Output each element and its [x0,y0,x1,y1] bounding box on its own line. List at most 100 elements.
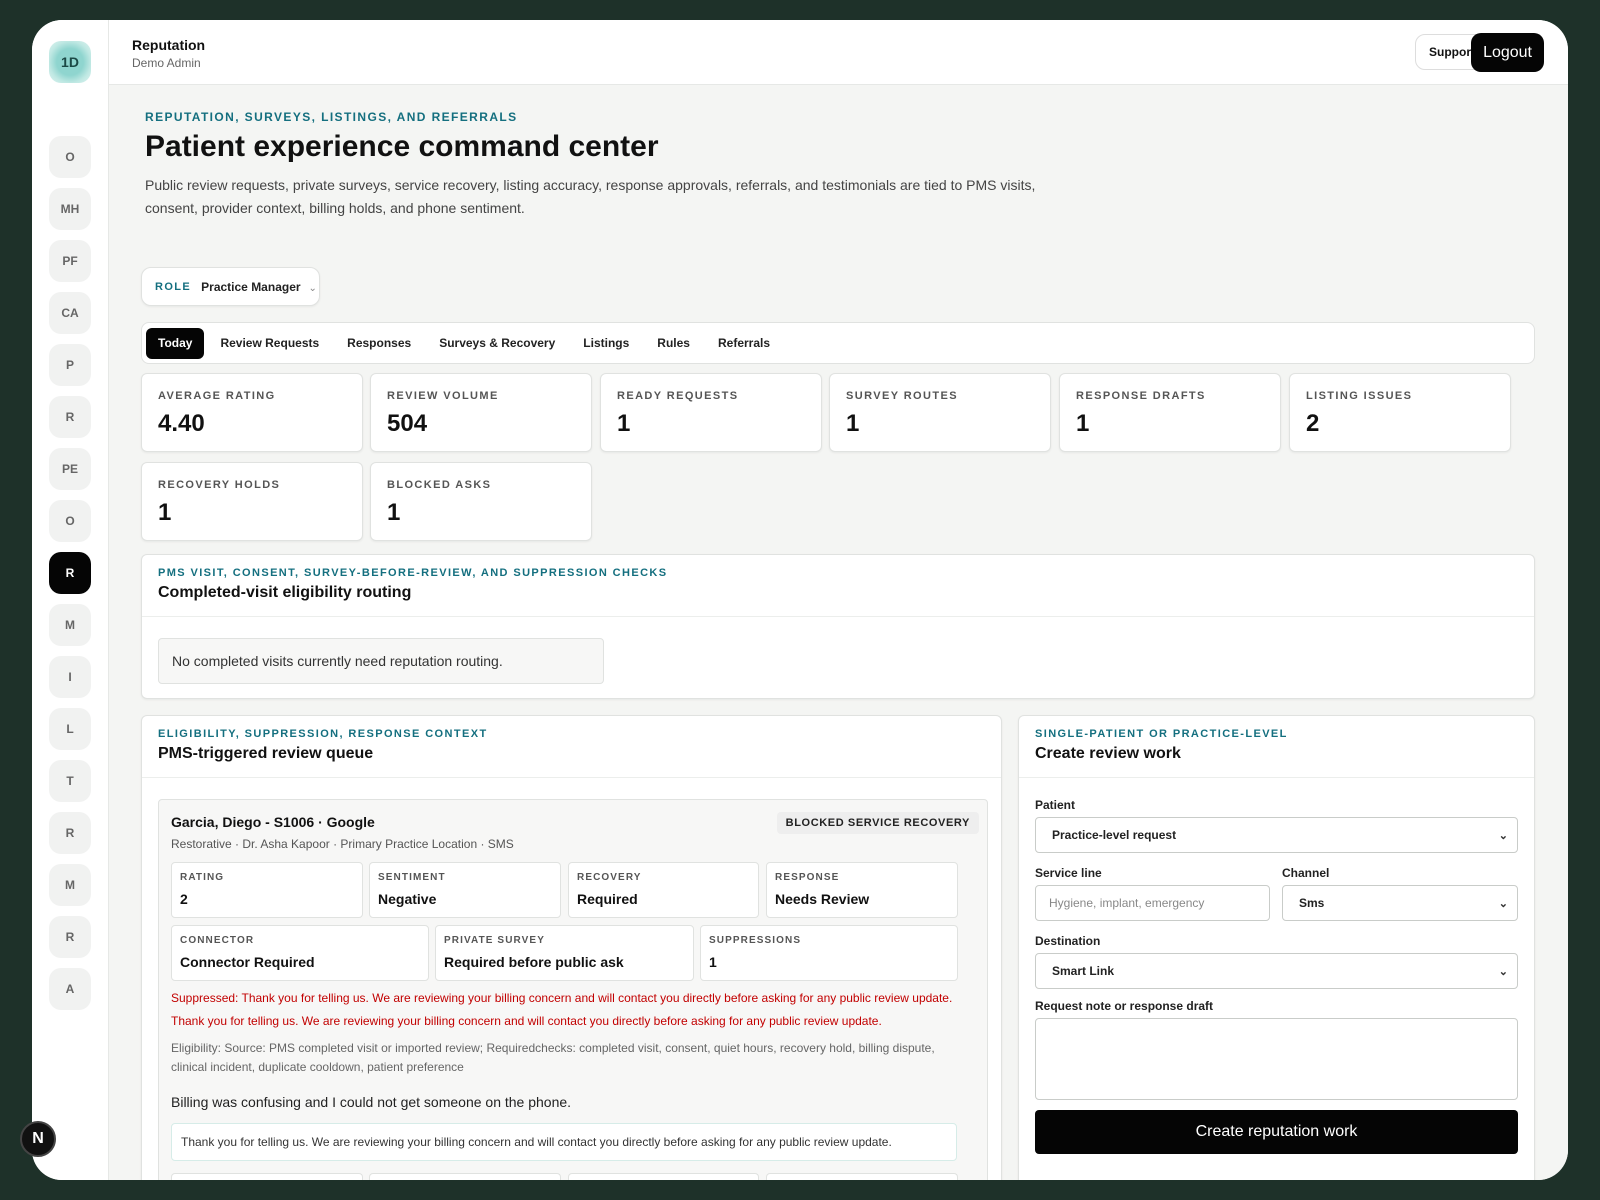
app-title: Reputation [132,37,206,53]
main-content: REPUTATION, SURVEYS, LISTINGS, AND REFER… [109,85,1568,1180]
page-description: Public review requests, private surveys,… [145,177,1036,216]
tab-responses[interactable]: Responses [335,328,423,359]
field-label: SENTIMENT [378,872,446,883]
page-kicker: REPUTATION, SURVEYS, LISTINGS, AND REFER… [145,110,518,124]
stat-card-review-volume: REVIEW VOLUME 504 [370,373,592,452]
create-review-work-panel: SINGLE-PATIENT OR PRACTICE-LEVEL Create … [1018,715,1535,1180]
destination-select[interactable]: Smart Link ⌄ [1035,953,1518,989]
queue-item-title: Garcia, Diego - S1006 · Google [171,814,375,830]
chevron-down-icon: ⌄ [308,282,317,294]
field-value: Needs Review [775,891,870,907]
sidebar-item[interactable]: PF [49,240,91,282]
sidebar-item[interactable]: M [49,604,91,646]
tab-listings[interactable]: Listings [571,328,641,359]
stat-card-survey-routes: SURVEY ROUTES 1 [829,373,1051,452]
channel-select[interactable]: Sms ⌄ [1282,885,1518,921]
field-label: RESPONSE [775,872,840,883]
stat-value: 4.40 [158,410,205,437]
field-private-survey: PRIVATE SURVEY Required before public as… [435,925,694,981]
tab-rules[interactable]: Rules [645,328,702,359]
field-value: Required before public ask [444,954,624,970]
tab-referrals[interactable]: Referrals [706,328,782,359]
logout-button[interactable]: Logout [1471,33,1544,72]
sidebar-item[interactable]: R [49,812,91,854]
stat-value: 1 [846,410,860,437]
field-suppressions: SUPPRESSIONS 1 [700,925,958,981]
sidebar-item[interactable]: MH [49,188,91,230]
queue-item-subtitle: Restorative · Dr. Asha Kapoor · Primary … [171,837,514,851]
panel-header: PMS VISIT, CONSENT, SURVEY-BEFORE-REVIEW… [142,555,1534,617]
field-label: RECOVERY [577,872,642,883]
field-value: Negative [378,891,437,907]
sidebar-item[interactable]: R [49,396,91,438]
stat-label: LISTING ISSUES [1306,390,1413,402]
field-placeholder [766,1173,958,1180]
sidebar-item[interactable]: P [49,344,91,386]
sidebar-item[interactable]: M [49,864,91,906]
panel-kicker: ELIGIBILITY, SUPPRESSION, RESPONSE CONTE… [158,728,488,740]
sidebar-item[interactable]: CA [49,292,91,334]
warning-message: Thank you for telling us. We are reviewi… [171,1014,882,1028]
stat-card-response-drafts: RESPONSE DRAFTS 1 [1059,373,1281,452]
sidebar-rail: 1D O MH PF CA P R PE O R M I L T R M R A [32,20,109,1180]
sidebar-item[interactable]: R [49,552,91,594]
tab-surveys-recovery[interactable]: Surveys & Recovery [427,328,567,359]
panel-title: Create review work [1035,745,1181,762]
stat-card-recovery-holds: RECOVERY HOLDS 1 [141,462,363,541]
field-value: 2 [180,891,188,907]
dev-tools-badge[interactable]: N [20,1121,56,1157]
account-avatar[interactable]: 1D [49,41,91,83]
stat-label: RECOVERY HOLDS [158,479,281,491]
sidebar-item[interactable]: I [49,656,91,698]
channel-select-value: Sms [1299,896,1325,910]
note-label: Request note or response draft [1035,999,1214,1013]
patient-label: Patient [1035,798,1076,812]
chevron-down-icon: ⌄ [1498,830,1508,842]
queue-item-card[interactable]: Garcia, Diego - S1006 · Google Restorati… [158,799,988,1180]
field-value: Required [577,891,638,907]
service-line-input[interactable]: Hygiene, implant, emergency [1035,885,1270,921]
panel-header: ELIGIBILITY, SUPPRESSION, RESPONSE CONTE… [142,716,1001,778]
stat-value: 1 [617,410,631,437]
role-selector[interactable]: ROLE Practice Manager ⌄ [141,267,320,306]
sidebar-item[interactable]: T [49,760,91,802]
suppression-message: Suppressed: Thank you for telling us. We… [171,991,953,1005]
sidebar-item[interactable]: PE [49,448,91,490]
stat-label: RESPONSE DRAFTS [1076,390,1206,402]
panel-title: Completed-visit eligibility routing [158,584,412,601]
field-value: Connector Required [180,954,315,970]
sidebar-item[interactable]: R [49,916,91,958]
stat-value: 1 [1076,410,1090,437]
stat-card-ready-requests: READY REQUESTS 1 [600,373,822,452]
stat-card-average-rating: AVERAGE RATING 4.40 [141,373,363,452]
response-draft[interactable]: Thank you for telling us. We are reviewi… [171,1123,957,1161]
status-badge: BLOCKED SERVICE RECOVERY [776,812,979,834]
stat-label: AVERAGE RATING [158,390,276,402]
field-label: RATING [180,872,225,883]
field-connector: CONNECTOR Connector Required [171,925,429,981]
app-window: 1D O MH PF CA P R PE O R M I L T R M R A Reputation Demo… [32,20,1568,1180]
sidebar-item[interactable]: A [49,968,91,1010]
sidebar-item[interactable]: L [49,708,91,750]
field-response: RESPONSE Needs Review [766,862,958,918]
field-placeholder [568,1173,759,1180]
stat-label: SURVEY ROUTES [846,390,958,402]
tab-bar: Today Review Requests Responses Surveys … [141,322,1535,364]
field-rating: RATING 2 [171,862,363,918]
sidebar-item[interactable]: O [49,500,91,542]
create-reputation-work-button[interactable]: Create reputation work [1035,1110,1518,1154]
review-queue-panel: ELIGIBILITY, SUPPRESSION, RESPONSE CONTE… [141,715,1002,1180]
stat-card-listing-issues: LISTING ISSUES 2 [1289,373,1511,452]
patient-select[interactable]: Practice-level request ⌄ [1035,817,1518,853]
sidebar-item[interactable]: O [49,136,91,178]
page-title: Patient experience command center [145,130,659,163]
review-text: Billing was confusing and I could not ge… [171,1094,572,1110]
field-placeholder [369,1173,561,1180]
tab-review-requests[interactable]: Review Requests [208,328,331,359]
panel-kicker: SINGLE-PATIENT OR PRACTICE-LEVEL [1035,728,1288,740]
tab-today[interactable]: Today [146,327,205,359]
field-placeholder [171,1173,363,1180]
role-label: ROLE [155,280,192,293]
note-textarea[interactable] [1035,1018,1518,1100]
patient-select-value: Practice-level request [1052,828,1177,842]
